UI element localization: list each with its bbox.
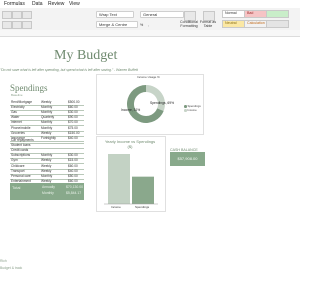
align-icon[interactable] [2,11,12,19]
cell-style-1[interactable]: Bad [244,10,267,18]
total-box: Total Annually $70,130.00 Monthly $5,844… [10,183,84,200]
total-annually-label: Annually [42,185,56,189]
menu-bar: Formulas Data Review View [0,0,300,8]
donut-chart-title: Income Usage % [137,75,160,79]
total-label: Total [12,185,21,190]
bar-spendings[interactable] [132,176,154,204]
legend-income-label: Income [187,108,197,112]
page-title: My Budget [54,48,118,63]
align-center-icon[interactable] [12,11,22,19]
menu-review[interactable]: Review [48,1,64,7]
format-as-table-label[interactable]: Format as Table [199,20,217,28]
comma-format-button[interactable]: , [148,23,149,27]
bar-income[interactable] [108,154,130,204]
cash-balance-value: $57,908.00 [177,156,198,161]
footer-line-2: Budget & track [0,266,23,270]
footer-line-1: Rich [0,259,7,263]
cell-style-3[interactable]: Neutral [222,20,245,28]
donut-label-income: Income, 31% [121,108,141,112]
menu-view[interactable]: View [69,1,80,7]
cell-style-5[interactable] [266,20,289,28]
align-left-icon[interactable] [2,21,12,29]
spendings-heading: Spendings [10,83,48,93]
merge-centre-button[interactable]: Merge & Centre [96,21,138,28]
percent-format-button[interactable]: % [140,23,143,27]
total-monthly-value: $5,844.17 [66,191,82,195]
menu-data[interactable]: Data [32,1,43,7]
merge-centre-label: Merge & Centre [99,22,128,27]
donut-label-spendings: Spendings, 69% [150,101,175,105]
outdent-icon[interactable] [22,21,32,29]
align-right-icon[interactable] [22,11,32,19]
column-header [0,30,300,37]
x-tick-label: Income [111,205,121,209]
legend-swatch-light [184,109,187,112]
cell-style-2[interactable] [266,10,289,18]
total-annually-value: $70,130.00 [66,185,83,189]
total-monthly-label: Monthly [42,191,54,195]
number-format-value: General [143,12,158,17]
indent-icon[interactable] [12,21,22,29]
legend-item-income: Income [184,108,201,112]
cell-style-4[interactable]: Calculation [244,20,267,28]
conditional-formatting-label[interactable]: Conditional Formatting [179,20,199,28]
spendings-subheading: Baseline [11,93,23,97]
number-format-select[interactable]: General [140,11,184,18]
cell-style-0[interactable]: Normal [222,10,245,18]
budget-quote: "Do not save what is left after spending… [0,68,138,72]
ribbon-toolbar: Wrap Text Merge & Centre General % , Con… [0,8,300,31]
x-tick-label: Spendings [135,205,150,209]
donut-legend: Spendings Income [184,104,201,112]
wrap-text-label: Wrap Text [99,12,117,17]
bar-chart [104,154,158,205]
donut-slice-income[interactable] [146,85,165,111]
menu-formulas[interactable]: Formulas [4,1,25,7]
wrap-text-button[interactable]: Wrap Text [96,11,134,18]
